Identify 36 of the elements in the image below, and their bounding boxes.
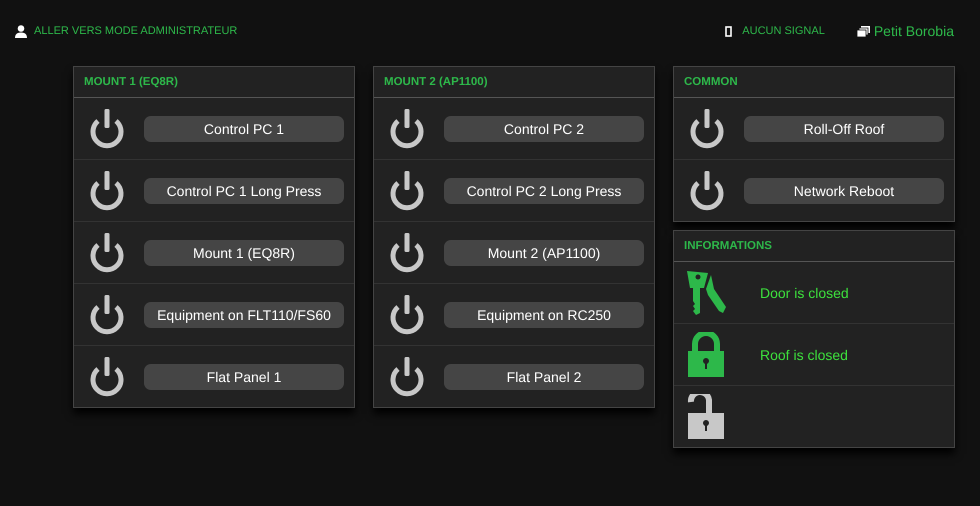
power-icon[interactable] [388, 356, 426, 398]
panel-title: MOUNT 1 (EQ8R) [74, 67, 354, 98]
switch-button[interactable]: Equipment on FLT110/FS60 [144, 302, 344, 328]
user-icon [15, 24, 27, 38]
admin-mode-link[interactable]: ALLER VERS MODE ADMINISTRATEUR [34, 25, 238, 37]
switch-button[interactable]: Flat Panel 2 [444, 364, 644, 390]
site-name: Petit Borobia [874, 23, 954, 39]
switch-button[interactable]: Control PC 2 [444, 116, 644, 142]
switch-button[interactable]: Network Reboot [744, 178, 944, 204]
phone-icon [725, 26, 732, 36]
power-icon[interactable] [88, 356, 126, 398]
switch-button[interactable]: Control PC 2 Long Press [444, 178, 644, 204]
panel-title: COMMON [674, 67, 954, 98]
panel-title: MOUNT 2 (AP1100) [374, 67, 654, 98]
status-text: Door is closed [760, 284, 849, 300]
power-icon[interactable] [388, 294, 426, 336]
status-text: Roof is closed [760, 346, 848, 362]
power-icon[interactable] [388, 108, 426, 150]
power-icon[interactable] [388, 170, 426, 212]
switch-button[interactable]: Mount 1 (EQ8R) [144, 240, 344, 266]
switch-button[interactable]: Control PC 1 [144, 116, 344, 142]
power-icon[interactable] [88, 294, 126, 336]
power-icon[interactable] [88, 108, 126, 150]
panel-title: INFORMATIONS [674, 231, 954, 262]
power-icon[interactable] [688, 170, 726, 212]
power-icon[interactable] [88, 232, 126, 274]
switch-button[interactable]: Control PC 1 Long Press [144, 178, 344, 204]
switch-button[interactable]: Equipment on RC250 [444, 302, 644, 328]
switch-button[interactable]: Mount 2 (AP1100) [444, 240, 644, 266]
switch-button[interactable]: Flat Panel 1 [144, 364, 344, 390]
power-icon[interactable] [388, 232, 426, 274]
signal-status: AUCUN SIGNAL [742, 25, 825, 37]
switch-button[interactable]: Roll-Off Roof [744, 116, 944, 142]
stack-icon [856, 26, 870, 36]
power-icon[interactable] [88, 170, 126, 212]
power-icon[interactable] [688, 108, 726, 150]
